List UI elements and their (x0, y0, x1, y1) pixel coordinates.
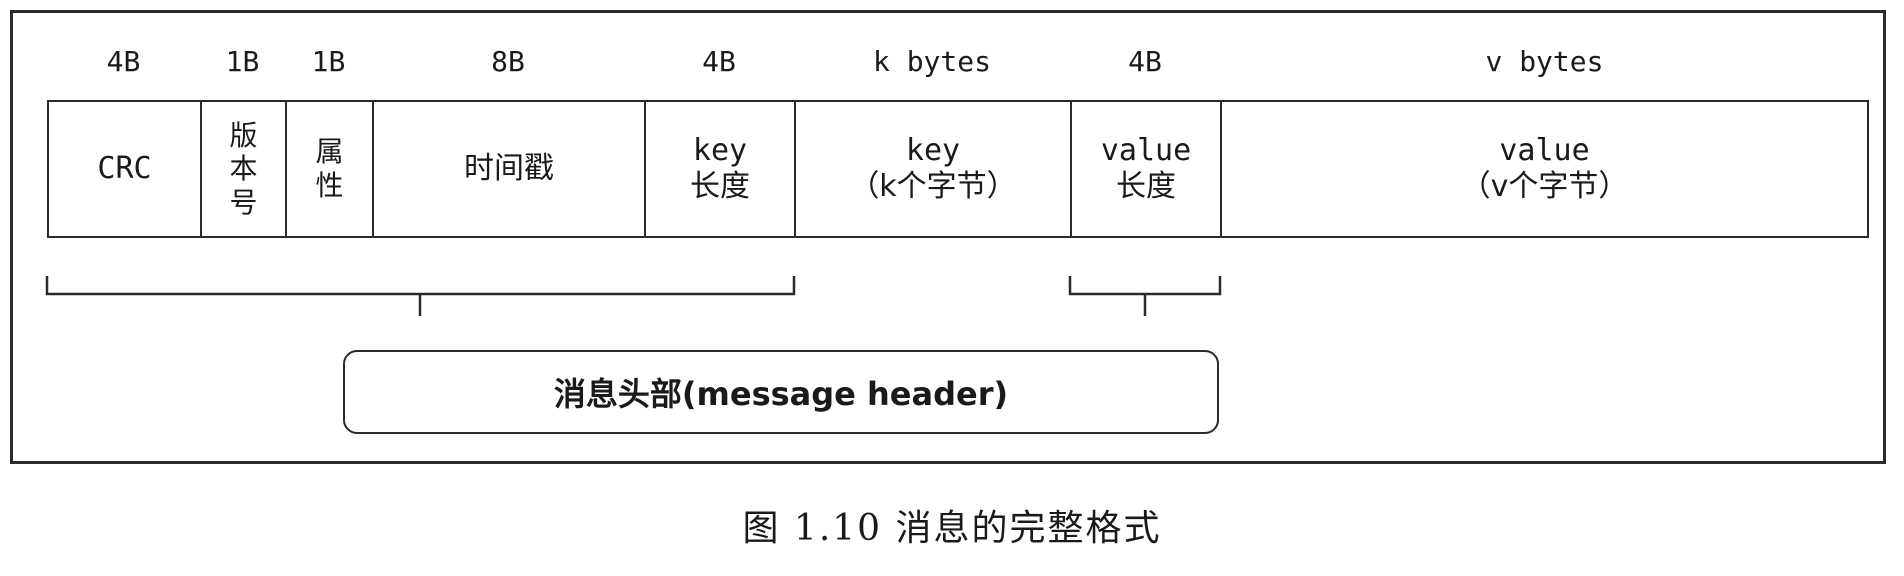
message-header-box: 消息头部(message header) (343, 350, 1219, 434)
message-header-label: 消息头部(message header) (553, 375, 1009, 413)
figure-caption: 图 1.10 消息的完整格式 (0, 500, 1904, 550)
figure-caption-text: 图 1.10 消息的完整格式 (742, 508, 1162, 549)
header-braces (45, 276, 1222, 316)
header-brace-right (1068, 276, 1222, 316)
header-brace-left (45, 276, 796, 316)
